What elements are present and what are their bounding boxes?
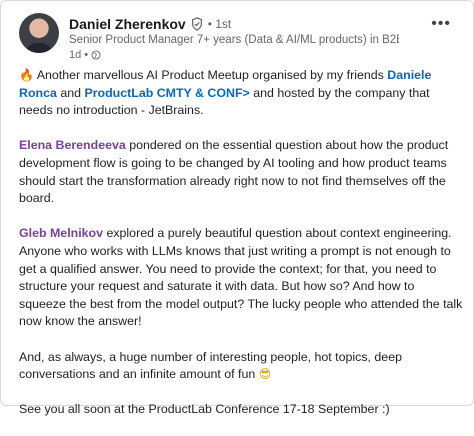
more-icon[interactable]: ••• bbox=[431, 15, 451, 33]
author-name-row: Daniel Zherenkov • 1st bbox=[69, 15, 231, 33]
paragraph-intro: 🔥 Another marvellous AI Product Meetup o… bbox=[19, 67, 463, 120]
paragraph-gleb: Gleb Melnikov explored a purely beautifu… bbox=[19, 225, 463, 331]
paragraph-text: Another marvellous AI Product Meetup org… bbox=[33, 68, 388, 82]
fire-emoji-icon: 🔥 bbox=[19, 68, 34, 82]
mention-elena-berendeeva[interactable]: Elena Berendeeva bbox=[19, 138, 126, 152]
paragraph-text: And, as always, a huge number of interes… bbox=[19, 349, 402, 382]
paragraph-elena: Elena Berendeeva pondered on the essenti… bbox=[19, 137, 463, 207]
paragraph-text: See you all soon at the ProductLab Confe… bbox=[19, 402, 390, 417]
paragraph-closing: See you all soon at the ProductLab Confe… bbox=[19, 401, 463, 419]
post-time[interactable]: 1d • bbox=[69, 48, 88, 62]
author-avatar[interactable] bbox=[19, 13, 59, 53]
paragraph-text: explored a purely beautiful question abo… bbox=[19, 226, 463, 329]
connection-degree: • 1st bbox=[207, 17, 232, 31]
paragraph-text: and bbox=[56, 85, 85, 100]
post-card: Daniel Zherenkov • 1st Senior Product Ma… bbox=[0, 0, 474, 416]
author-headline: Senior Product Manager 7+ years (Data & … bbox=[69, 34, 399, 46]
post-header: Daniel Zherenkov • 1st Senior Product Ma… bbox=[19, 13, 463, 63]
mention-productlab[interactable]: ProductLab CMTY & CONF> bbox=[84, 86, 249, 100]
globe-icon bbox=[91, 50, 101, 60]
sunglasses-emoji-icon: 😎 bbox=[258, 367, 272, 382]
verified-badge-icon bbox=[191, 17, 202, 31]
post-meta: 1d • bbox=[69, 48, 101, 62]
author-name[interactable]: Daniel Zherenkov bbox=[69, 15, 186, 33]
paragraph-fun: And, as always, a huge number of interes… bbox=[19, 349, 463, 384]
mention-gleb-melnikov[interactable]: Gleb Melnikov bbox=[19, 226, 103, 240]
post-body: 🔥 Another marvellous AI Product Meetup o… bbox=[19, 67, 463, 436]
